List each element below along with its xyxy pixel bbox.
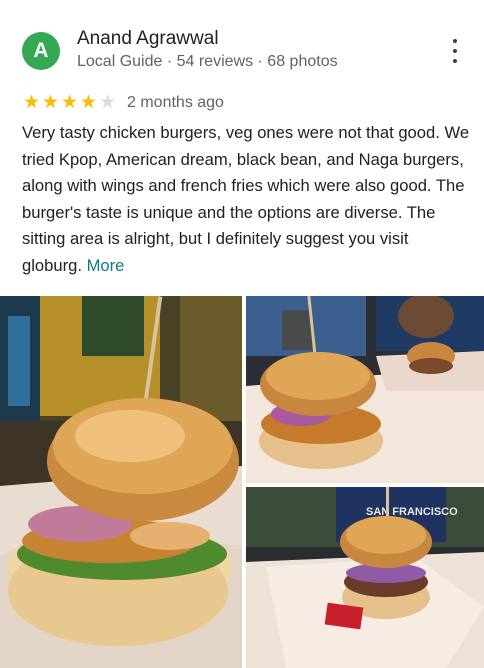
rating-row: ★ ★ ★ ★ ★ 2 months ago bbox=[22, 93, 224, 113]
star-icon: ★ bbox=[60, 92, 79, 113]
burger-photo-image: SAN FRANCISCO bbox=[246, 487, 484, 668]
star-icon: ★ bbox=[41, 92, 60, 113]
star-icon: ★ bbox=[22, 92, 41, 113]
review-text: Very tasty chicken burgers, veg ones wer… bbox=[22, 120, 470, 280]
star-rating: ★ ★ ★ ★ ★ bbox=[22, 93, 117, 113]
review-time: 2 months ago bbox=[127, 94, 224, 111]
review-body: Very tasty chicken burgers, veg ones wer… bbox=[22, 123, 470, 275]
burger-photo-image bbox=[0, 296, 242, 668]
reviewer-meta: Local Guide · 54 reviews · 68 photos bbox=[77, 53, 338, 70]
shirt-print: SAN FRANCISCO bbox=[366, 506, 458, 518]
reviewer-name[interactable]: Anand Agrawwal bbox=[77, 28, 219, 50]
more-vert-icon[interactable] bbox=[445, 39, 465, 63]
more-link[interactable]: More bbox=[87, 256, 125, 275]
review-photo-1[interactable] bbox=[0, 296, 242, 668]
avatar[interactable]: A bbox=[22, 32, 60, 70]
review-header: A Anand Agrawwal Local Guide · 54 review… bbox=[22, 26, 467, 76]
review-photo-2[interactable] bbox=[246, 296, 484, 483]
review-photo-3[interactable]: SAN FRANCISCO bbox=[246, 487, 484, 668]
star-icon: ★ bbox=[98, 92, 117, 113]
burger-photo-image bbox=[246, 296, 484, 483]
star-icon: ★ bbox=[79, 92, 98, 113]
